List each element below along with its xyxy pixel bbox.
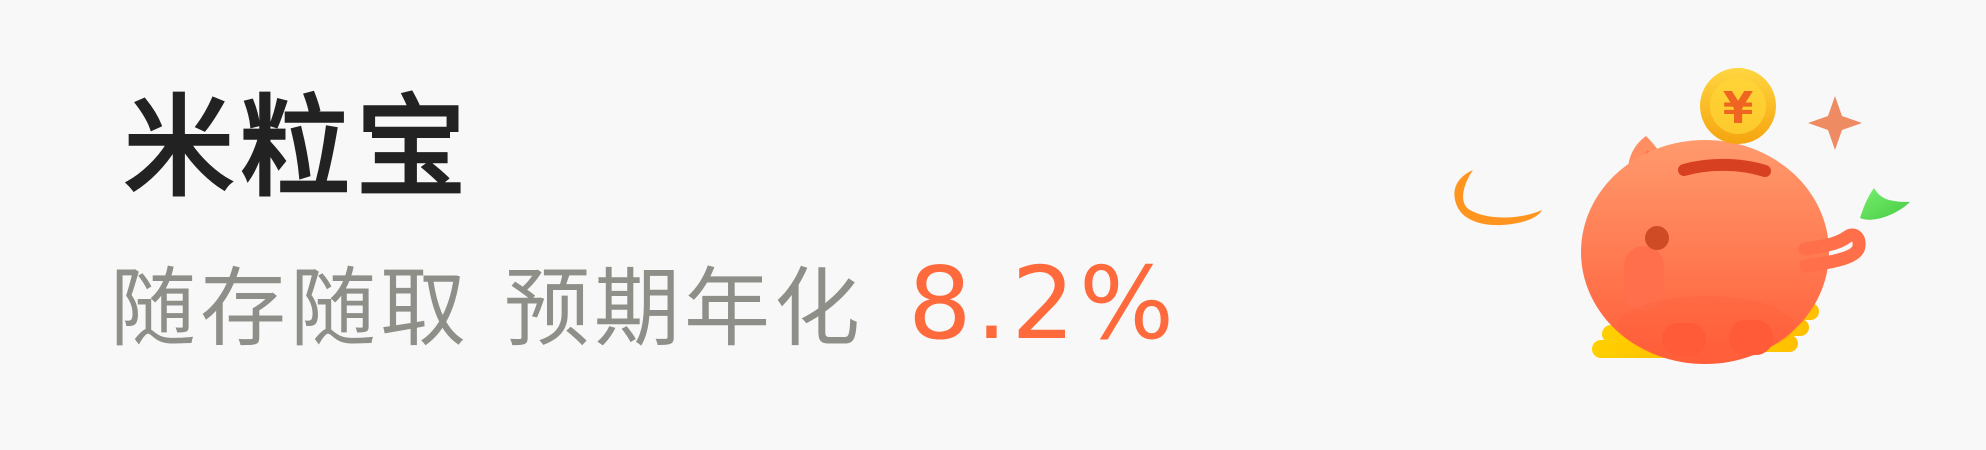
- sparkle-icon: [1808, 96, 1862, 150]
- expected-annual-rate-value: 8.2%: [908, 245, 1179, 362]
- subtitle-row: 随存随取 预期年化 8.2%: [110, 244, 1178, 364]
- ribbon-left-icon: [1454, 170, 1542, 226]
- subtitle-expected-annual-rate-label: 预期年化: [504, 259, 864, 359]
- product-title: 米粒宝: [124, 84, 472, 212]
- yuan-coin-symbol: ¥: [1723, 83, 1754, 134]
- piggy-bank-illustration: ¥: [1410, 60, 1930, 390]
- yuan-coin-icon: ¥: [1700, 68, 1776, 144]
- piggy-bank-svg: ¥: [1454, 68, 1910, 364]
- product-banner[interactable]: 米粒宝 随存随取 预期年化 8.2% ¥: [0, 0, 1986, 450]
- subtitle-flexible-access: 随存随取: [110, 259, 470, 359]
- leaf-icon: [1860, 188, 1910, 220]
- piggy-bank-icon: [1581, 136, 1866, 364]
